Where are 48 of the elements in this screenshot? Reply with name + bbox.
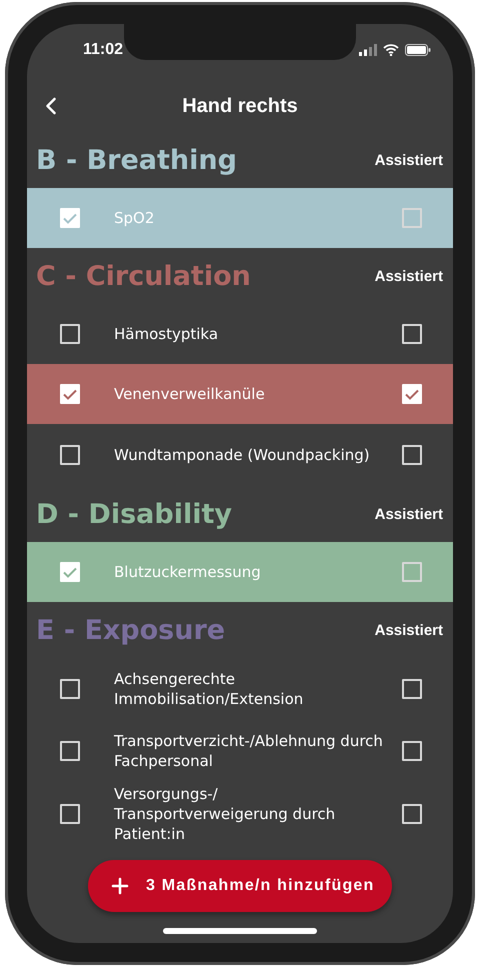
section-title: B - Breathing <box>36 144 237 176</box>
checkbox[interactable] <box>402 384 422 404</box>
checkbox[interactable] <box>60 679 80 699</box>
item-label: Transportverzicht-/Ablehnung durch Fachpersonal <box>114 731 384 771</box>
checklist-row[interactable]: Venenverweilkanüle <box>27 364 453 424</box>
column-label: Assistiert <box>374 152 443 168</box>
column-label: Assistiert <box>374 622 443 638</box>
item-label: Hämostyptika <box>114 324 220 344</box>
signal-icon <box>359 44 377 56</box>
item-label: Venenverweilkanüle <box>114 384 266 404</box>
checklist-row[interactable]: Versorgungs-/ Transportverweigerung durch Patient:in <box>27 782 453 846</box>
item-label: Wundtamponade (Woundpacking) <box>114 445 371 465</box>
checkbox[interactable] <box>60 445 80 465</box>
item-label: Versorgungs-/ Transportverweigerung durch Patient:in <box>114 784 336 844</box>
wifi-icon <box>383 44 399 56</box>
checkbox[interactable] <box>60 324 80 344</box>
checkbox[interactable] <box>402 804 422 824</box>
checkbox[interactable] <box>60 741 80 761</box>
checkbox[interactable] <box>60 562 80 582</box>
checklist-row[interactable]: Achsengerechte Immobilisation/Extension <box>27 658 453 720</box>
item-label: Blutzuckermessung <box>114 562 262 582</box>
checkbox[interactable] <box>402 445 422 465</box>
checklist-row[interactable]: Hämostyptika <box>27 304 453 364</box>
checkbox[interactable] <box>60 384 80 404</box>
checkbox[interactable] <box>402 208 422 228</box>
screen-title: Hand rechts <box>182 94 298 118</box>
status-time: 11:02 <box>83 41 124 59</box>
checklist-row[interactable]: Wundtamponade (Woundpacking) <box>27 424 453 486</box>
add-measures-button[interactable]: 3 Maßnahme/n hinzufügen <box>88 860 392 912</box>
checkmark-icon <box>405 388 419 400</box>
checkbox[interactable] <box>60 804 80 824</box>
item-label: Achsengerechte Immobilisation/Extension <box>114 669 304 709</box>
checklist-row[interactable]: Transportverzicht-/Ablehnung durch Fachpersonal <box>27 720 453 782</box>
checkbox[interactable] <box>60 208 80 228</box>
section-title: C - Circulation <box>36 260 251 292</box>
item-label: SpO2 <box>114 208 156 228</box>
section-title: D - Disability <box>36 498 232 530</box>
checkbox[interactable] <box>402 324 422 344</box>
battery-icon <box>405 44 431 56</box>
section-title: E - Exposure <box>36 614 226 646</box>
checkbox[interactable] <box>402 562 422 582</box>
column-label: Assistiert <box>374 506 443 522</box>
checkbox[interactable] <box>402 741 422 761</box>
checkmark-icon <box>63 566 77 578</box>
column-label: Assistiert <box>374 268 443 284</box>
checkmark-icon <box>63 388 77 400</box>
checkmark-icon <box>63 212 77 224</box>
checkbox[interactable] <box>402 679 422 699</box>
